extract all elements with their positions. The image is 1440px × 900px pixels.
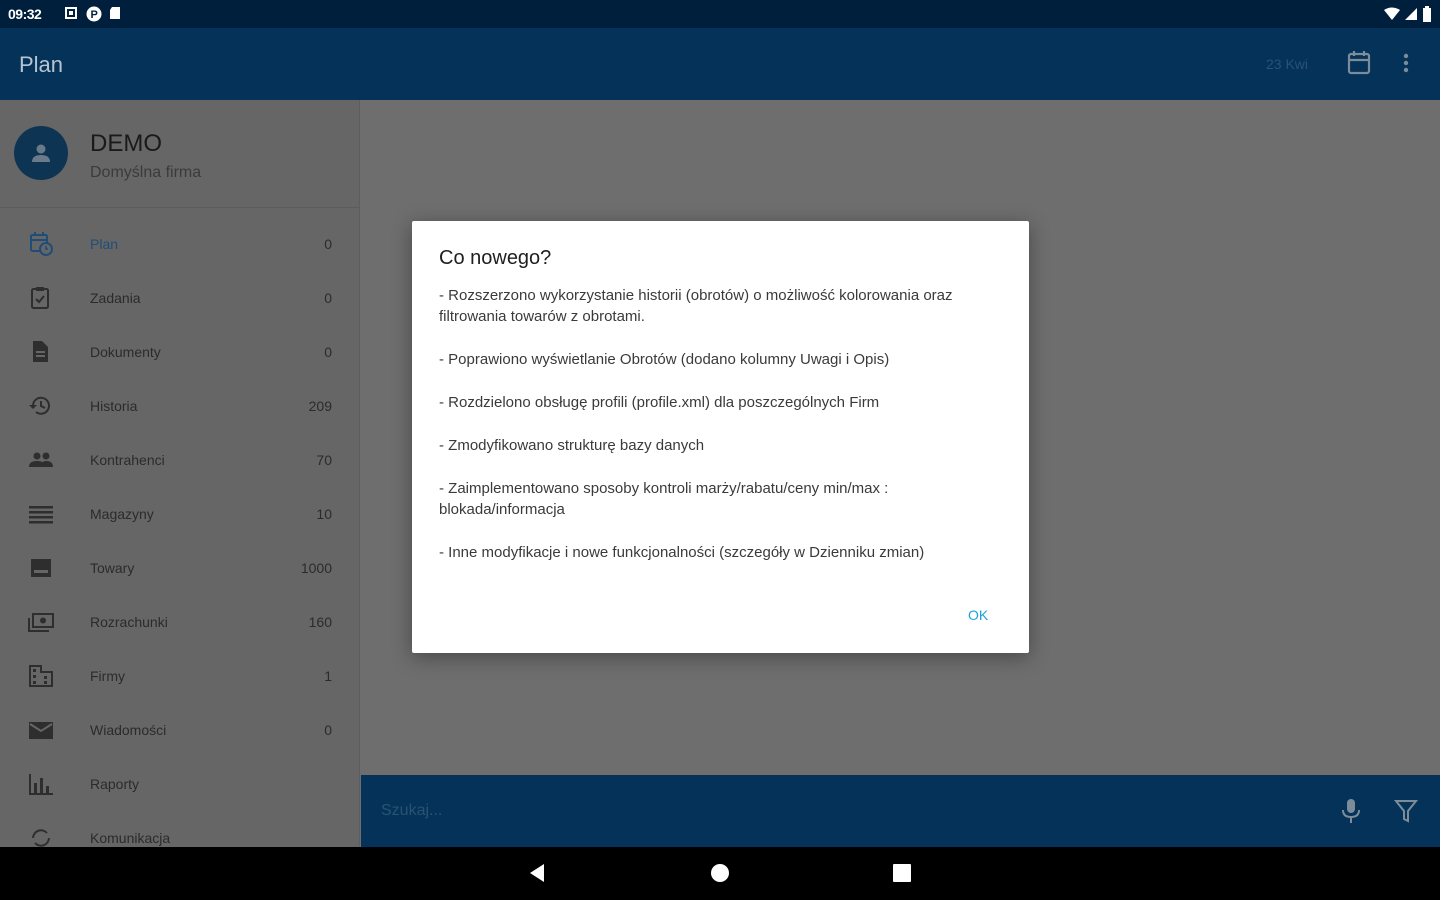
sidebar-item-label: Raporty	[90, 776, 140, 792]
app-bar: Plan 23 Kwi	[0, 28, 1440, 100]
calendar-button[interactable]	[1344, 48, 1374, 78]
svg-text:P: P	[91, 9, 98, 21]
voice-search-button[interactable]	[1339, 797, 1363, 825]
page-title: Plan	[19, 52, 64, 77]
sidebar-item-count: 0	[324, 344, 332, 360]
changelog-item: - Poprawiono wyświetlanie Obrotów (dodan…	[439, 351, 890, 368]
sidebar-item-wiadomosci[interactable]: Wiadomości 0	[0, 703, 359, 757]
changelog-item: - Rozdzielono obsługę profili (profile.x…	[439, 394, 880, 411]
bar-chart-icon	[28, 771, 54, 797]
sidebar-item-label: Komunikacja	[90, 830, 171, 846]
sidebar-item-label: Historia	[90, 398, 138, 414]
status-bar: 09:32 P	[0, 0, 1440, 28]
sidebar-item-plan[interactable]: Plan 0	[0, 217, 359, 271]
sidebar-item-label: Dokumenty	[90, 344, 161, 360]
person-icon	[32, 144, 50, 162]
sidebar-item-count: 209	[308, 398, 332, 414]
sidebar-item-label: Rozrachunki	[90, 614, 168, 630]
recents-button[interactable]	[890, 861, 914, 885]
sidebar-item-label: Towary	[90, 560, 135, 576]
sidebar-item-kontrahenci[interactable]: Kontrahenci 70	[0, 433, 359, 487]
changelog-item: - Rozszerzono wykorzystanie historii (ob…	[439, 287, 953, 325]
user-name: DEMO	[90, 130, 162, 157]
calendar-icon	[1347, 51, 1371, 75]
sidebar-item-label: Magazyny	[90, 506, 154, 522]
wifi-icon	[1384, 7, 1400, 26]
battery-icon	[1422, 6, 1432, 27]
mail-icon	[28, 717, 54, 743]
back-triangle-icon	[530, 864, 544, 882]
sidebar-item-count: 0	[324, 290, 332, 306]
list-icon	[28, 501, 54, 527]
calendar-clock-icon	[28, 231, 54, 257]
signal-icon	[1404, 7, 1418, 26]
people-icon	[28, 447, 54, 473]
dialog-title: Co nowego?	[439, 247, 552, 269]
search-input[interactable]	[381, 797, 1281, 825]
sidebar-item-count: 1	[324, 668, 332, 684]
notification-square-icon	[64, 6, 78, 20]
home-button[interactable]	[708, 861, 732, 885]
sync-icon	[28, 825, 54, 847]
sidebar-item-label: Plan	[90, 236, 119, 252]
filter-button[interactable]	[1393, 797, 1419, 825]
more-vert-icon	[1403, 53, 1409, 73]
sidebar-item-label: Kontrahenci	[90, 452, 165, 468]
sidebar-item-count: 70	[316, 452, 332, 468]
sidebar-item-label: Firmy	[90, 668, 125, 684]
clipboard-check-icon	[28, 285, 54, 311]
filter-icon	[1393, 800, 1419, 823]
document-icon	[28, 339, 54, 365]
changelog-item: - Zaimplementowano sposoby kontroli marż…	[439, 480, 889, 518]
sidebar-item-label: Zadania	[90, 290, 141, 306]
drawer-header: DEMO Domyślna firma	[0, 100, 359, 208]
sidebar-item-count: 160	[308, 614, 332, 630]
avatar[interactable]	[14, 126, 68, 180]
money-icon	[28, 609, 54, 635]
sidebar-item-firmy[interactable]: Firmy 1	[0, 649, 359, 703]
sidebar-item-count: 1000	[300, 560, 332, 576]
product-icon	[28, 555, 54, 581]
building-icon	[28, 663, 54, 689]
drawer-menu: Plan 0 Zadania 0 Dokumenty 0 Historia 20…	[0, 217, 359, 847]
changelog-item: - Inne modyfikacje i nowe funkcjonalnośc…	[439, 544, 925, 561]
more-options-button[interactable]	[1394, 48, 1418, 78]
changelog-item: - Zmodyfikowano strukturę bazy danych	[439, 437, 705, 454]
dialog-body: - Rozszerzono wykorzystanie historii (ob…	[439, 285, 1004, 585]
history-icon	[28, 393, 54, 419]
microphone-icon	[1342, 799, 1360, 823]
home-circle-icon	[711, 864, 729, 882]
system-navigation-bar	[0, 847, 1440, 900]
company-name: Domyślna firma	[90, 164, 202, 181]
recents-square-icon	[893, 864, 911, 882]
back-button[interactable]	[526, 861, 550, 885]
sidebar-item-rozrachunki[interactable]: Rozrachunki 160	[0, 595, 359, 649]
sidebar-item-dokumenty[interactable]: Dokumenty 0	[0, 325, 359, 379]
search-bar	[361, 775, 1440, 847]
sidebar-item-magazyny[interactable]: Magazyny 10	[0, 487, 359, 541]
sidebar-item-label: Wiadomości	[90, 722, 167, 738]
sd-card-icon	[108, 6, 122, 20]
sidebar-item-historia[interactable]: Historia 209	[0, 379, 359, 433]
sidebar-item-count: 10	[316, 506, 332, 522]
sidebar-item-count: 0	[324, 236, 332, 252]
ok-button[interactable]: OK	[968, 607, 988, 623]
date-label[interactable]: 23 Kwi	[1266, 56, 1308, 72]
sidebar-item-towary[interactable]: Towary 1000	[0, 541, 359, 595]
status-time: 09:32	[8, 6, 42, 22]
whats-new-dialog: Co nowego? - Rozszerzono wykorzystanie h…	[412, 221, 1029, 653]
sidebar-item-zadania[interactable]: Zadania 0	[0, 271, 359, 325]
sidebar-item-count: 0	[324, 722, 332, 738]
sidebar-item-raporty[interactable]: Raporty	[0, 757, 359, 811]
sidebar-item-komunikacja[interactable]: Komunikacja	[0, 811, 359, 847]
navigation-drawer: DEMO Domyślna firma Plan 0 Zadania 0 Dok…	[0, 100, 360, 847]
app-p-icon: P	[86, 6, 102, 22]
